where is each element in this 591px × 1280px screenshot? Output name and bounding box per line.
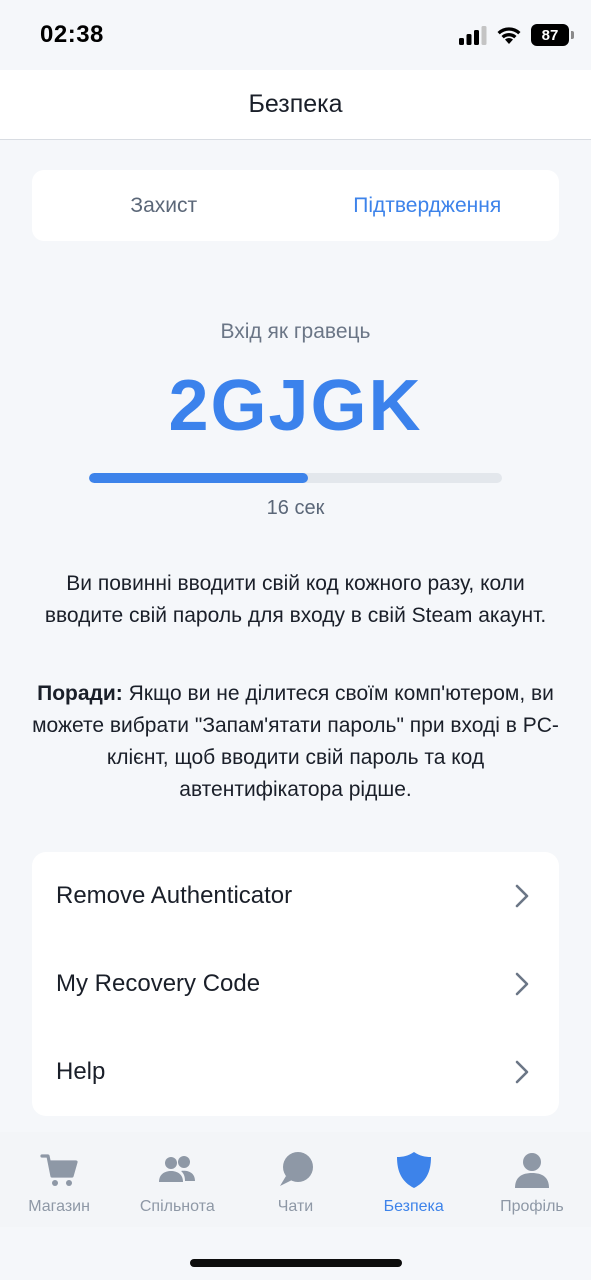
chevron-right-icon [515,884,529,908]
menu-item-label: Remove Authenticator [56,882,293,909]
tips-label: Поради: [37,682,123,705]
tabbar-label: Профіль [500,1198,564,1215]
tabbar-label: Магазин [28,1198,90,1215]
auth-code: 2GJGK [168,366,423,446]
menu-item-label: Help [56,1058,106,1085]
help-item[interactable]: Help [32,1028,559,1116]
tabbar-profile[interactable]: Профіль [473,1132,591,1227]
status-bar: 02:38 87 [0,0,591,70]
bottom-tab-bar: Магазин Спільнота Чати Безпека Профіль [0,1132,591,1227]
signal-icon [459,26,487,45]
tabbar-chats[interactable]: Чати [236,1132,354,1227]
tabbar-label: Чати [277,1198,314,1215]
segment-tabs: Захист Підтвердження [32,170,559,241]
tabbar-store[interactable]: Магазин [0,1132,118,1227]
chevron-right-icon [515,1060,529,1084]
cart-icon [40,1154,78,1186]
tips-text: Поради: Якщо ви не ділитеся своїм комп'ю… [30,678,561,806]
home-indicator[interactable] [190,1259,402,1267]
tabbar-security[interactable]: Безпека [355,1132,473,1227]
tab-confirmation[interactable]: Підтвердження [296,170,560,241]
description-text: Ви повинні вводити свій код кожного разу… [44,572,547,627]
tabbar-community[interactable]: Спільнота [118,1132,236,1227]
tabbar-label: Безпека [383,1198,444,1215]
status-time: 02:38 [40,21,104,48]
code-timer-progress-fill [89,473,308,483]
page-title: Безпека [248,90,343,118]
chat-icon [279,1152,313,1186]
options-list: Remove Authenticator My Recovery Code He… [32,852,559,1116]
nav-header: Безпека [0,70,591,140]
battery-level: 87 [541,26,559,44]
tab-protection[interactable]: Захист [32,170,296,241]
recovery-code-item[interactable]: My Recovery Code [32,940,559,1028]
battery-icon: 87 [531,24,574,46]
tabbar-label: Спільнота [139,1198,215,1215]
community-icon [159,1156,196,1182]
code-timer-progress [89,473,502,483]
menu-item-label: My Recovery Code [56,970,261,997]
code-timer-text: 16 сек [266,497,325,519]
wifi-icon [497,27,521,44]
remove-authenticator-item[interactable]: Remove Authenticator [32,852,559,940]
shield-icon [396,1152,431,1188]
login-as-label: Вхід як гравець [220,320,371,343]
profile-icon [514,1153,549,1188]
status-icons: 87 [459,24,574,46]
chevron-right-icon [515,972,529,996]
